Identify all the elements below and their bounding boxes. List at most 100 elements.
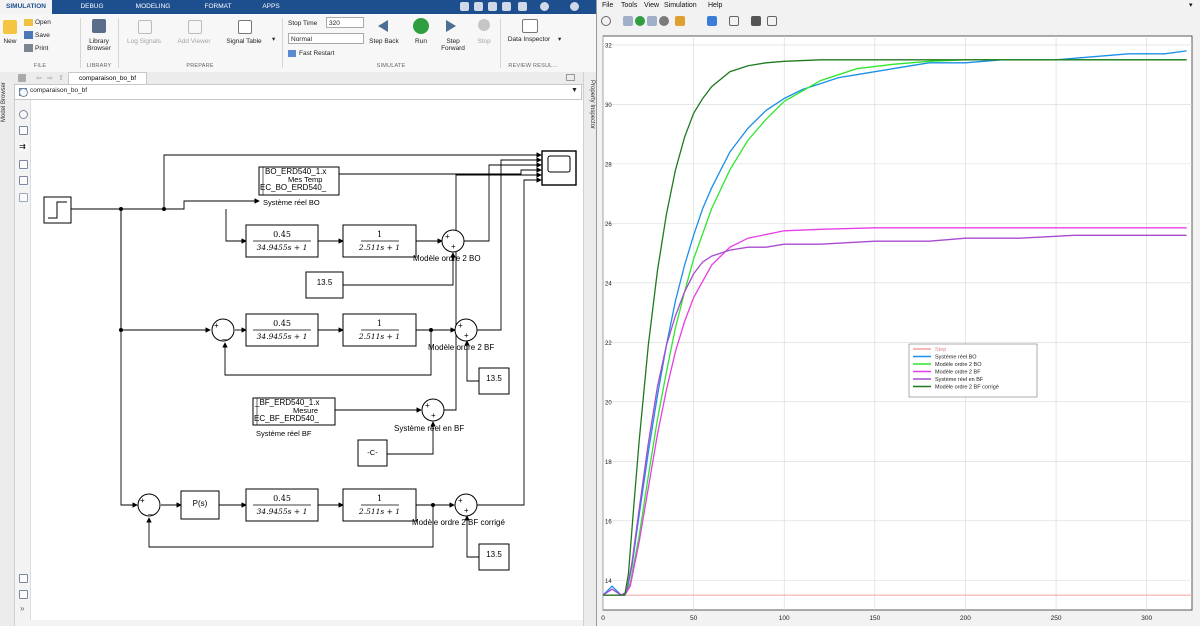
hide-show-icon[interactable] xyxy=(19,88,28,97)
section-review: REVIEW RESUL... xyxy=(508,63,558,69)
fit-to-view-icon[interactable] xyxy=(19,126,28,135)
info-icon[interactable] xyxy=(19,590,28,599)
annotation-icon[interactable] xyxy=(19,160,28,169)
svg-text:+: + xyxy=(464,506,469,515)
zoom-icon[interactable] xyxy=(19,110,28,119)
svg-text:+: + xyxy=(214,321,219,330)
menu-help[interactable]: Help xyxy=(708,0,722,12)
print-button[interactable]: Print xyxy=(35,45,48,52)
prepare-dropdown-icon[interactable]: ▾ xyxy=(272,36,275,43)
menu-simulation[interactable]: Simulation xyxy=(664,0,697,12)
help-icon[interactable] xyxy=(540,2,549,11)
divider xyxy=(500,18,501,68)
legend-entry: Modèle ordre 2 BF corrigé xyxy=(935,385,999,391)
step-back-icon xyxy=(378,20,388,32)
step-back-button[interactable]: Step Back xyxy=(368,38,400,45)
run-icon xyxy=(413,18,429,34)
save-icon[interactable] xyxy=(460,2,469,11)
log-signals-button[interactable]: Log Signals xyxy=(124,38,164,45)
save-button[interactable]: Save xyxy=(35,32,50,39)
trigger-icon[interactable] xyxy=(751,16,761,26)
stop-time-input[interactable]: 320 xyxy=(326,17,364,28)
add-viewer-button[interactable]: Add Viewer xyxy=(174,38,214,45)
simulink-window: SIMULATION DEBUG MODELING FORMAT APPS Ne… xyxy=(0,0,597,626)
step-back-icon[interactable] xyxy=(623,16,633,26)
image-icon[interactable] xyxy=(19,176,28,185)
up-icon[interactable]: ⇧ xyxy=(58,74,64,82)
tab-format[interactable]: FORMAT xyxy=(196,0,240,14)
options-icon[interactable] xyxy=(570,2,579,11)
cut-icon[interactable] xyxy=(474,2,483,11)
bf-caption: Système réel BF xyxy=(256,429,312,438)
tab-debug[interactable]: DEBUG xyxy=(72,0,112,14)
menu-tools[interactable]: Tools xyxy=(621,0,637,12)
caption-model-bo: Modèle ordre 2 BO xyxy=(413,254,481,263)
tf1-denominator: 34.9455s + 1 xyxy=(256,507,308,516)
data-inspector-button[interactable]: Data Inspector xyxy=(506,36,552,43)
model-browser-label[interactable]: Model Browser xyxy=(1,82,7,122)
tab-apps[interactable]: APPS xyxy=(256,0,286,14)
run-button[interactable]: Run xyxy=(406,38,436,45)
run-icon[interactable] xyxy=(635,16,645,26)
constant-bf-value: 13.5 xyxy=(486,374,502,383)
tab-modeling[interactable]: MODELING xyxy=(128,0,178,14)
address-dropdown-icon[interactable]: ▼ xyxy=(571,87,578,94)
cursor-icon[interactable] xyxy=(707,16,717,26)
y-tick-label: 28 xyxy=(605,162,612,168)
tab-simulation[interactable]: SIMULATION xyxy=(0,0,52,14)
zoom-icon[interactable] xyxy=(729,16,739,26)
model-canvas[interactable]: + + + _ + + + + + _ + + 0.45 34.9455s + 1 1 2.… xyxy=(30,100,583,620)
hide-browser-icon[interactable] xyxy=(18,74,26,82)
model-tab[interactable]: comparaison_bo_bf xyxy=(68,72,148,84)
step-block[interactable] xyxy=(43,196,72,224)
step-forward-icon[interactable] xyxy=(647,16,657,26)
undo-icon[interactable] xyxy=(488,2,497,11)
menu-view[interactable]: View xyxy=(644,0,659,12)
section-file: FILE xyxy=(33,63,47,69)
expand-icon[interactable]: » xyxy=(20,604,24,613)
step-forward-button[interactable]: Step Forward xyxy=(436,38,470,52)
axes-background xyxy=(602,35,1193,611)
stop-button[interactable]: Stop xyxy=(472,38,496,45)
x-tick-label: 100 xyxy=(779,615,790,622)
scope-block[interactable] xyxy=(541,150,577,186)
new-button[interactable]: New xyxy=(0,38,20,45)
forward-icon[interactable]: ⇨ xyxy=(47,74,53,82)
address-bar[interactable]: comparaison_bo_bf ▼ xyxy=(14,84,582,100)
new-icon[interactable] xyxy=(3,20,17,34)
review-dropdown-icon[interactable]: ▾ xyxy=(558,36,561,43)
library-browser-button[interactable]: Library Browser xyxy=(82,38,116,52)
property-inspector-label[interactable]: Property Inspector xyxy=(589,80,595,129)
signal-table-button[interactable]: Signal Table xyxy=(224,38,264,45)
screenshot-icon[interactable] xyxy=(19,574,28,583)
tf2-numerator: 1 xyxy=(376,494,383,503)
arrow-icon[interactable]: ⇉ xyxy=(19,142,28,151)
y-tick-label: 26 xyxy=(605,222,612,228)
menu-file[interactable]: File xyxy=(602,0,613,12)
simulation-mode-select[interactable]: Normal xyxy=(288,33,364,44)
back-icon[interactable]: ⇦ xyxy=(36,74,42,82)
window-options-icon[interactable] xyxy=(566,74,575,81)
figure-menu-dropdown-icon[interactable]: ▾ xyxy=(1189,0,1193,12)
address-text: comparaison_bo_bf xyxy=(30,87,88,94)
edit-icon[interactable] xyxy=(767,16,777,26)
y-tick-label: 24 xyxy=(605,281,612,287)
constant-bfc-value: 13.5 xyxy=(486,550,502,559)
open-button[interactable]: Open xyxy=(35,19,51,26)
divider xyxy=(118,18,119,68)
x-tick-label: 150 xyxy=(869,615,880,622)
fast-restart-button[interactable]: Fast Restart xyxy=(299,50,334,57)
y-tick-label: 30 xyxy=(605,103,612,109)
transfer-function-boxes[interactable] xyxy=(245,224,417,522)
constant-bo-value: 13.5 xyxy=(316,278,333,287)
redo-icon[interactable] xyxy=(502,2,511,11)
area-icon[interactable] xyxy=(19,193,28,202)
stop-icon[interactable] xyxy=(659,16,669,26)
highlight-icon[interactable] xyxy=(675,16,685,26)
scope-chart: 0 50 100 150 200 250 300 14 16 18 20 22 24 26 28 30 32 St… xyxy=(601,35,1193,622)
signal-table-icon xyxy=(238,20,252,34)
x-tick-label: 300 xyxy=(1141,615,1152,622)
scope-plot-area[interactable]: 0 50 100 150 200 250 300 14 16 18 20 22 24 26 28 30 32 St… xyxy=(597,30,1200,626)
settings-icon[interactable] xyxy=(601,16,611,26)
search-icon[interactable] xyxy=(518,2,527,11)
